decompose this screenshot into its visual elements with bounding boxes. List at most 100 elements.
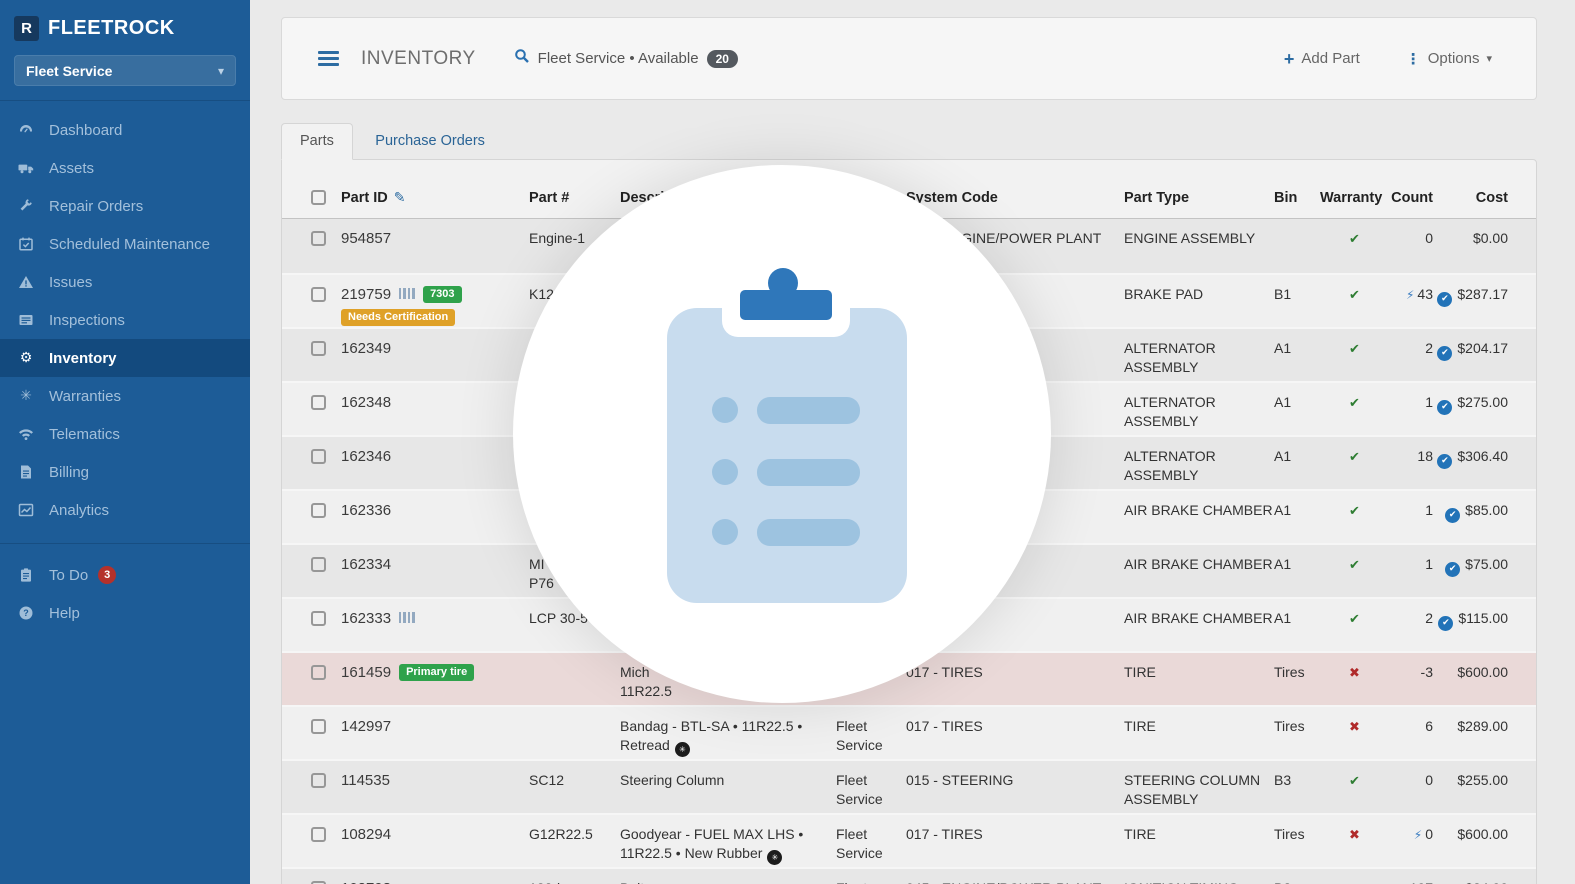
warranty-x-icon: ✖ [1349, 828, 1360, 843]
tab-parts[interactable]: Parts [281, 123, 353, 160]
count: 1 [1425, 502, 1433, 518]
add-part-button[interactable]: + Add Part [1284, 50, 1360, 68]
part-type: TIRE [1124, 664, 1156, 680]
warranty-check-icon: ✔ [1349, 232, 1360, 247]
warranty-status: ✔ [1318, 491, 1391, 543]
sidebar-item-inspections[interactable]: Inspections [0, 301, 250, 339]
account-selector[interactable]: Fleet Service ▾ [14, 55, 236, 86]
cost: ✔ $115.00 [1433, 599, 1508, 651]
part-location: FleetService [836, 718, 883, 753]
row-checkbox[interactable] [311, 395, 326, 410]
truck-icon [16, 160, 36, 176]
table-row[interactable]: 114535 SC12 Steering Column Fleet Service… [282, 759, 1536, 813]
empty-state-overlay [513, 165, 1051, 703]
row-checkbox[interactable] [311, 665, 326, 680]
sidebar-item-todo[interactable]: To Do 3 [0, 556, 250, 594]
menu-toggle-icon[interactable] [318, 48, 339, 69]
count: 1 [1425, 394, 1433, 410]
part-type: ENGINE ASSEMBLY [1124, 230, 1256, 246]
sidebar-divider [0, 100, 250, 101]
part-id: 114535 [341, 772, 390, 789]
part-number: SC12 [529, 772, 565, 788]
count: 107 [1391, 869, 1433, 884]
system-code: 045 - ENGINE/POWER PLANT [906, 869, 1124, 884]
row-checkbox[interactable] [311, 719, 326, 734]
sidebar-item-analytics[interactable]: Analytics [0, 491, 250, 529]
warranty-check-icon: ✔ [1349, 288, 1360, 303]
tab-purchase-orders[interactable]: Purchase Orders [357, 124, 503, 159]
table-row[interactable]: 142997 Bandag - BTL-SA • 11R22.5 • Retrea… [282, 705, 1536, 759]
search-context-label: Fleet Service • Available [537, 50, 699, 67]
gears-icon: ⚙ [19, 350, 33, 366]
sidebar-item-issues[interactable]: Issues [0, 263, 250, 301]
column-header-system-code: System Code [906, 190, 998, 206]
row-checkbox[interactable] [311, 449, 326, 464]
bin: Tires [1274, 718, 1305, 734]
count: 18 [1417, 448, 1433, 464]
part-id: 162346 [341, 448, 392, 465]
brand-name: FLEETROCK [48, 17, 175, 39]
part-description: Bandag - BTL-SA • 11R22.5 • Retread ✳ [620, 707, 836, 759]
select-all-checkbox[interactable] [311, 190, 326, 205]
row-checkbox[interactable] [311, 503, 326, 518]
row-checkbox[interactable] [311, 341, 326, 356]
bin: Tires [1274, 664, 1305, 680]
sidebar-item-label: To Do [49, 566, 89, 584]
part-type: AIR BRAKE CHAMBER [1124, 502, 1273, 518]
sidebar-item-warranties[interactable]: ✳ Warranties [0, 377, 250, 415]
app-window: R FLEETROCK Fleet Service ▾ Dashboard As… [0, 0, 1575, 884]
sidebar: R FLEETROCK Fleet Service ▾ Dashboard As… [0, 0, 250, 884]
table-row[interactable]: 108294 G12R22.5 Goodyear - FUEL MAX LHS … [282, 813, 1536, 867]
chevron-down-icon: ▾ [1486, 52, 1492, 65]
cost: $600.00 [1457, 664, 1508, 680]
part-type: ALTERNATOR ASSEMBLY [1124, 394, 1216, 429]
flower-icon: ✳ [20, 388, 32, 404]
sidebar-item-dashboard[interactable]: Dashboard [0, 111, 250, 149]
table-row[interactable]: 102793 123-b Bolt FleetService 045 - ENG… [282, 867, 1536, 884]
part-type: IGNITION TIMING [1124, 869, 1274, 884]
tab-bar: Parts Purchase Orders [281, 123, 1537, 160]
sidebar-item-label: Inventory [49, 349, 117, 367]
lightning-icon: ⚡ [1413, 828, 1423, 842]
part-type: TIRE [1124, 826, 1156, 842]
count: ⚡ 0 [1413, 826, 1433, 842]
sidebar-item-billing[interactable]: Billing [0, 453, 250, 491]
sidebar-item-assets[interactable]: Assets [0, 149, 250, 187]
cost: ✔ $275.00 [1433, 383, 1508, 435]
system-code: 017 - TIRES [906, 664, 983, 680]
cost: $289.00 [1457, 718, 1508, 734]
part-id: 102793 [341, 880, 391, 884]
sidebar-item-help[interactable]: ? Help [0, 594, 250, 632]
warranty-status: ✔ [1318, 219, 1391, 273]
status-badge: Needs Certification [341, 309, 456, 326]
row-checkbox[interactable] [311, 557, 326, 572]
edit-pencil-icon[interactable]: ✎ [394, 190, 406, 206]
sidebar-item-label: Scheduled Maintenance [49, 235, 210, 253]
row-checkbox[interactable] [311, 287, 326, 302]
sidebar-item-label: Warranties [49, 387, 121, 405]
svg-text:?: ? [23, 608, 29, 618]
verified-cost-icon: ✔ [1437, 346, 1453, 361]
row-checkbox[interactable] [311, 611, 326, 626]
sidebar-item-inventory[interactable]: ⚙ Inventory [0, 339, 250, 377]
tire-icon: ✳ [767, 850, 783, 865]
row-checkbox[interactable] [311, 827, 326, 842]
verified-cost-icon: ✔ [1437, 454, 1453, 469]
inventory-search[interactable]: Fleet Service • Available 20 [514, 48, 738, 69]
tire-icon: ✳ [674, 742, 690, 757]
bin: A1 [1274, 610, 1292, 626]
options-button[interactable]: ⋮ Options ▾ [1406, 50, 1492, 68]
sidebar-item-repair-orders[interactable]: Repair Orders [0, 187, 250, 225]
sidebar-item-scheduled-maintenance[interactable]: Scheduled Maintenance [0, 225, 250, 263]
warranty-check-icon: ✔ [1349, 504, 1360, 519]
verified-cost-icon: ✔ [1438, 616, 1454, 631]
system-code: 017 - TIRES [906, 718, 983, 734]
available-count-badge: 20 [706, 49, 738, 68]
row-checkbox[interactable] [311, 773, 326, 788]
warranty-x-icon: ✖ [1349, 720, 1360, 735]
clipboard-icon [16, 567, 36, 583]
warranty-check-icon: ✔ [1349, 396, 1360, 411]
sidebar-item-telematics[interactable]: Telematics [0, 415, 250, 453]
cost: ✔ $85.00 [1433, 491, 1508, 543]
row-checkbox[interactable] [311, 231, 326, 246]
